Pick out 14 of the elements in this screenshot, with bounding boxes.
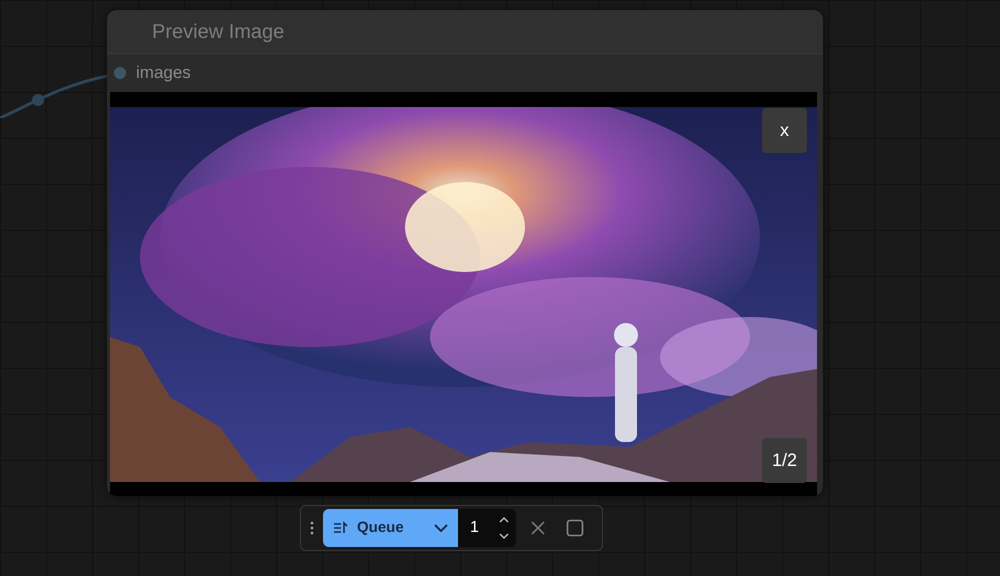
queue-button[interactable]: Queue [323, 509, 458, 547]
batch-count-field[interactable]: 1 [458, 509, 516, 547]
close-icon [530, 520, 546, 536]
node-panel[interactable]: Preview Image images x 1/2 [107, 10, 823, 496]
chevron-down-icon [434, 524, 448, 532]
slot-dot[interactable] [114, 67, 126, 79]
close-preview-button[interactable]: x [762, 108, 807, 153]
queue-icon [333, 521, 349, 535]
slot-label: images [136, 62, 191, 84]
stepper-icon[interactable] [498, 515, 510, 541]
square-icon [566, 519, 584, 537]
image-counter: 1/2 [762, 438, 807, 483]
drag-handle-icon[interactable] [309, 520, 315, 536]
node-title: Preview Image [152, 20, 284, 44]
